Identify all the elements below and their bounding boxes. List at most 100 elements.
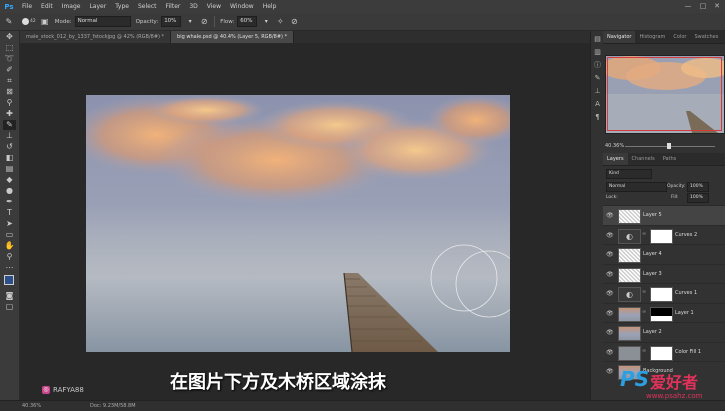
marquee-tool-icon[interactable]: ⬚ <box>3 43 16 53</box>
menu-edit[interactable]: Edit <box>41 3 53 10</box>
layer-row[interactable]: 👁 Layer 2 <box>603 322 725 342</box>
visibility-eye-icon[interactable]: 👁 <box>606 251 614 258</box>
tab-paths[interactable]: Paths <box>659 153 681 165</box>
path-select-tool-icon[interactable]: ➤ <box>3 219 16 229</box>
frame-tool-icon[interactable]: ⊠ <box>3 87 16 97</box>
mask-link-icon[interactable]: ∞ <box>642 289 646 295</box>
mask-link-icon[interactable]: ∞ <box>642 309 646 315</box>
visibility-eye-icon[interactable]: 👁 <box>606 329 614 336</box>
paragraph-icon[interactable]: ¶ <box>593 113 602 122</box>
gradient-tool-icon[interactable]: ▤ <box>3 164 16 174</box>
layer-row[interactable]: 👁 ∞ Color Fill 1 <box>603 341 725 362</box>
layer-thumbnail[interactable] <box>618 248 641 263</box>
layer-fill-input[interactable]: 100% <box>687 193 709 203</box>
pen-tool-icon[interactable]: ✒ <box>3 197 16 207</box>
menu-3d[interactable]: 3D <box>189 3 197 10</box>
layer-thumbnail[interactable]: ◐ <box>618 228 641 244</box>
tab-navigator[interactable]: Navigator <box>603 31 636 43</box>
history-brush-tool-icon[interactable]: ↺ <box>3 142 16 152</box>
tab-color[interactable]: Color <box>669 31 690 43</box>
layer-thumbnail[interactable]: ◐ <box>618 287 641 302</box>
history-icon[interactable]: ▤ <box>593 35 602 44</box>
dodge-tool-icon[interactable]: ● <box>3 186 16 196</box>
document-canvas[interactable] <box>86 95 510 352</box>
screen-mode-icon[interactable]: ▢ <box>3 302 16 312</box>
mode-select[interactable]: Normal <box>74 16 131 27</box>
brush-settings-icon[interactable]: ✎ <box>593 74 602 83</box>
character-icon[interactable]: A <box>593 100 602 109</box>
layer-mask-thumbnail[interactable] <box>650 287 673 302</box>
visibility-eye-icon[interactable]: 👁 <box>606 349 614 356</box>
layer-row[interactable]: 👁 ◐ ∞ Curves 2 <box>603 224 725 245</box>
more-tools-icon[interactable]: ⋯ <box>3 263 16 273</box>
layer-thumbnail[interactable] <box>618 267 641 283</box>
healing-brush-tool-icon[interactable]: ✚ <box>3 109 16 119</box>
layer-row[interactable]: 👁 Layer 4 <box>603 244 725 264</box>
crop-tool-icon[interactable]: ⌗ <box>3 76 16 86</box>
layer-thumbnail[interactable] <box>618 306 641 322</box>
maximize-button[interactable]: □ <box>698 2 708 11</box>
brush-panel-icon[interactable]: ▣ <box>40 17 50 27</box>
navigator-zoom-knob[interactable] <box>667 143 671 149</box>
navigator-view-box[interactable] <box>607 57 722 131</box>
visibility-eye-icon[interactable]: 👁 <box>606 368 614 375</box>
info-icon[interactable]: ⓘ <box>593 61 602 70</box>
layer-mask-thumbnail[interactable] <box>650 228 673 244</box>
visibility-eye-icon[interactable]: 👁 <box>606 232 614 239</box>
blend-mode-select[interactable]: Normal <box>606 182 667 192</box>
type-tool-icon[interactable]: T <box>3 208 16 218</box>
zoom-tool-icon[interactable]: ⚲ <box>3 252 16 262</box>
mask-link-icon[interactable]: ∞ <box>642 348 646 354</box>
visibility-eye-icon[interactable]: 👁 <box>606 290 614 297</box>
pressure-opacity-icon[interactable]: ⊘ <box>199 17 209 27</box>
visibility-eye-icon[interactable]: 👁 <box>606 271 614 278</box>
quick-mask-icon[interactable]: ◙ <box>3 291 16 301</box>
hand-tool-icon[interactable]: ✋ <box>3 241 16 251</box>
mask-link-icon[interactable]: ∞ <box>642 231 646 237</box>
menu-help[interactable]: Help <box>263 3 277 10</box>
menu-layer[interactable]: Layer <box>89 3 106 10</box>
flow-dropdown-icon[interactable]: ▾ <box>261 17 271 27</box>
color-swatches[interactable] <box>3 274 18 290</box>
clone-stamp-tool-icon[interactable]: ⊥ <box>3 131 16 141</box>
opacity-dropdown-icon[interactable]: ▾ <box>185 17 195 27</box>
visibility-eye-icon[interactable]: 👁 <box>606 212 614 219</box>
menu-select[interactable]: Select <box>138 3 157 10</box>
tab-histogram[interactable]: Histogram <box>635 31 669 43</box>
eraser-tool-icon[interactable]: ◧ <box>3 153 16 163</box>
navigator-thumbnail[interactable] <box>605 55 725 134</box>
flow-input[interactable]: 60% <box>237 16 258 27</box>
tab-swatches[interactable]: Swatches <box>690 31 722 43</box>
layer-row[interactable]: 👁 ◐ ∞ Curves 1 <box>603 283 725 303</box>
brush-tool-icon[interactable]: ✎ <box>3 120 16 130</box>
layer-row[interactable]: 👁 Layer 3 <box>603 263 725 284</box>
blur-tool-icon[interactable]: ◆ <box>3 175 16 185</box>
tab-channels[interactable]: Channels <box>628 153 659 165</box>
layer-thumbnail[interactable] <box>618 209 641 224</box>
tab-male-stock[interactable]: male_stock_012_by_1337_fstockjpg @ 42% (… <box>20 31 172 43</box>
layer-mask-thumbnail[interactable] <box>650 306 673 322</box>
menu-image[interactable]: Image <box>62 3 81 10</box>
opacity-input[interactable]: 10% <box>161 16 182 27</box>
properties-icon[interactable]: ▥ <box>593 48 602 57</box>
menu-file[interactable]: File <box>22 3 32 10</box>
quick-select-tool-icon[interactable]: ✐ <box>3 65 16 75</box>
tab-layers[interactable]: Layers <box>603 153 628 165</box>
layer-row[interactable]: 👁 ∞ Layer 1 <box>603 302 725 323</box>
close-button[interactable]: ✕ <box>712 2 722 11</box>
menu-type[interactable]: Type <box>115 3 129 10</box>
layer-opacity-input[interactable]: 100% <box>687 182 709 192</box>
canvas-area[interactable]: ◎ RAFYA88 <box>20 43 590 400</box>
brush-tool-icon[interactable]: ✎ <box>4 17 14 27</box>
layer-thumbnail[interactable] <box>618 345 641 361</box>
foreground-color-swatch[interactable] <box>4 275 14 285</box>
layer-kind-filter[interactable]: Kind <box>606 169 652 179</box>
shape-tool-icon[interactable]: ▭ <box>3 230 16 240</box>
pressure-size-icon[interactable]: ⊘ <box>289 17 299 27</box>
menu-filter[interactable]: Filter <box>166 3 181 10</box>
layer-thumbnail[interactable] <box>618 326 641 341</box>
menu-view[interactable]: View <box>207 3 221 10</box>
airbrush-icon[interactable]: ✧ <box>275 17 285 27</box>
tab-big-whale[interactable]: big whale.psd @ 40.4% (Layer 5, RGB/8#) … <box>171 31 295 43</box>
eyedropper-tool-icon[interactable]: ⚲ <box>3 98 16 108</box>
